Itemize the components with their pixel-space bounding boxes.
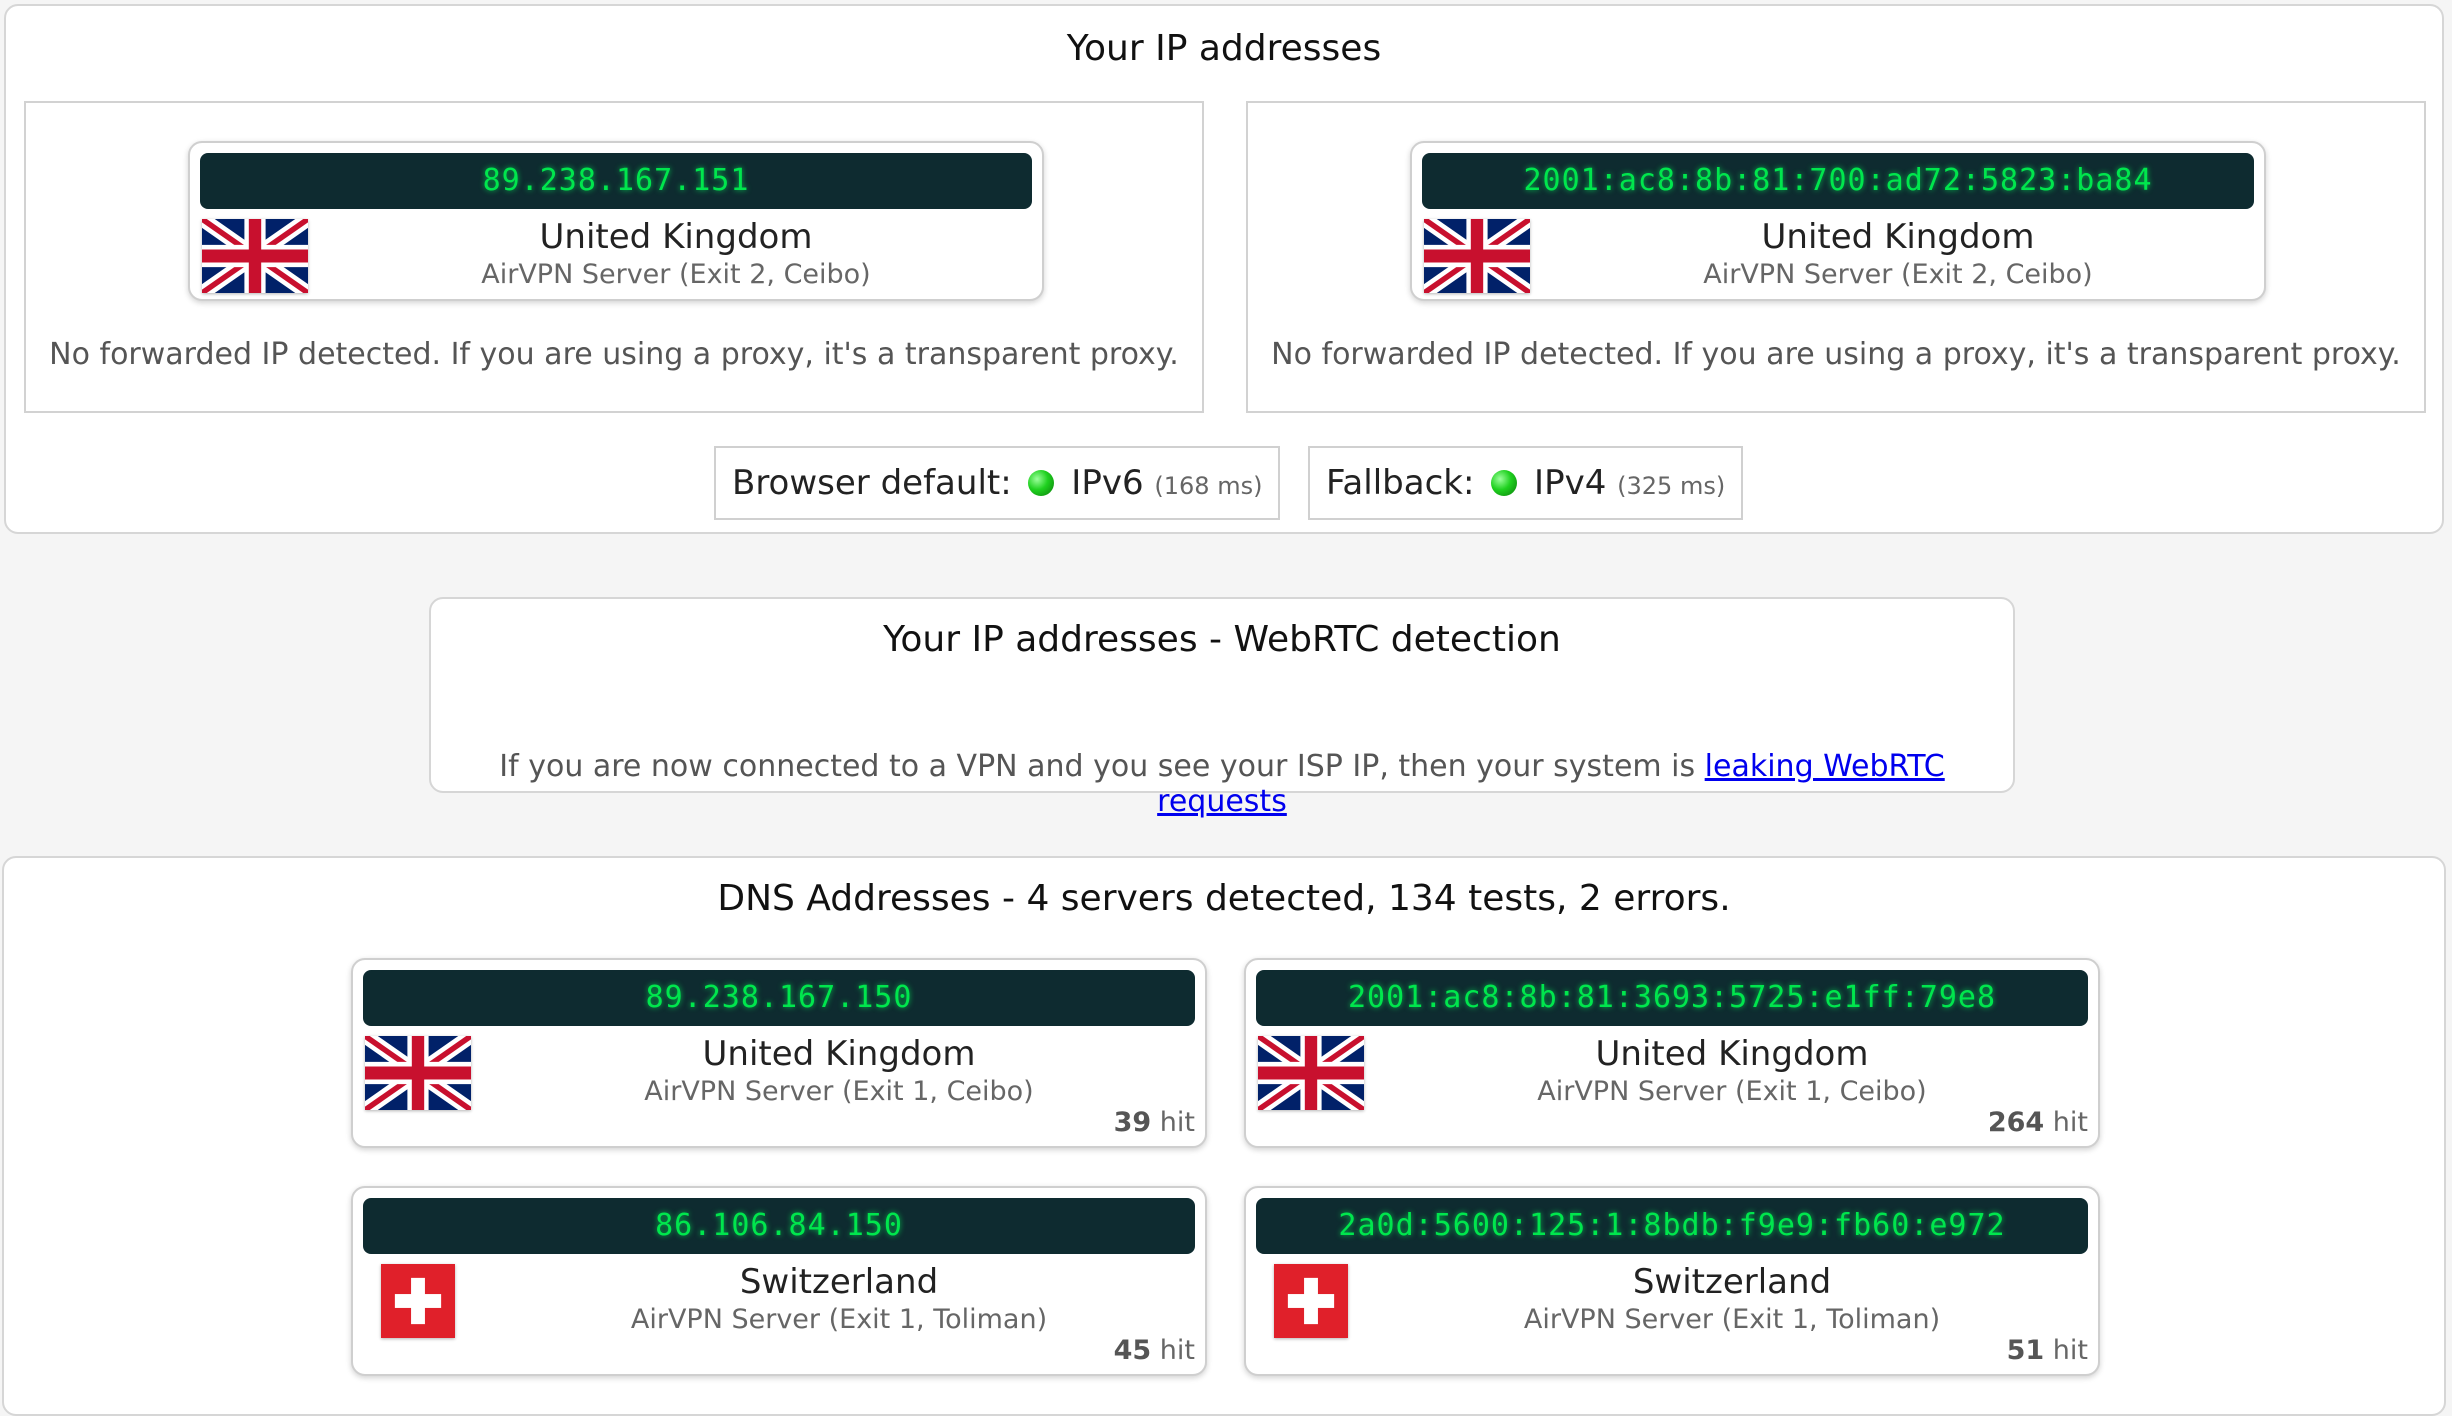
- ipv4-box: 89.238.167.151 United Kingdom AirVPN Ser…: [24, 101, 1204, 413]
- ipv4-forward-note: No forwarded IP detected. If you are usi…: [49, 337, 1179, 372]
- swiss-flag-icon: [1274, 1264, 1348, 1338]
- ip-addresses-title: Your IP addresses: [1066, 28, 1382, 69]
- fallback-protocol: IPv4: [1534, 463, 1607, 503]
- dns-server-ip[interactable]: 2a0d:5600:125:1:8bdb:f9e9:fb60:e972: [1256, 1198, 2088, 1254]
- ipv6-address[interactable]: 2001:ac8:8b:81:700:ad72:5823:ba84: [1422, 153, 2254, 209]
- uk-flag-icon: [365, 1036, 471, 1110]
- uk-flag-icon: [202, 219, 308, 293]
- webrtc-note-text: If you are now connected to a VPN and yo…: [499, 749, 1696, 784]
- dns-server-name: AirVPN Server (Exit 1, Toliman): [1523, 1304, 1941, 1335]
- dns-server-country: Switzerland: [739, 1262, 939, 1302]
- hit-count: 51: [2006, 1335, 2045, 1366]
- webrtc-title: Your IP addresses - WebRTC detection: [883, 619, 1561, 660]
- dns-server-ip[interactable]: 86.106.84.150: [363, 1198, 1195, 1254]
- dns-title: DNS Addresses - 4 servers detected, 134 …: [717, 878, 1731, 919]
- dns-server-name: AirVPN Server (Exit 1, Ceibo): [1537, 1076, 1927, 1107]
- status-green-dot-icon: [1491, 470, 1518, 496]
- hit-count: 264: [1987, 1107, 2045, 1138]
- webrtc-panel: Your IP addresses - WebRTC detection If …: [429, 597, 2015, 819]
- hit-label: hit: [1159, 1107, 1195, 1138]
- ipv4-server: AirVPN Server (Exit 2, Ceibo): [481, 259, 871, 290]
- ipv4-address[interactable]: 89.238.167.151: [200, 153, 1032, 209]
- browser-default-latency: (168 ms): [1154, 472, 1263, 500]
- dns-server-hits: 51 hit: [2007, 1335, 2088, 1366]
- uk-flag-icon: [1424, 219, 1530, 293]
- dns-server-country: United Kingdom: [702, 1034, 976, 1074]
- dns-server-ip[interactable]: 2001:ac8:8b:81:3693:5725:e1ff:79e8: [1256, 970, 2088, 1026]
- dns-server-ip[interactable]: 89.238.167.150: [363, 970, 1195, 1026]
- uk-flag-icon: [1258, 1036, 1364, 1110]
- browser-default-protocol: IPv6: [1071, 463, 1144, 503]
- hit-count: 45: [1113, 1335, 1152, 1366]
- hit-count: 39: [1113, 1107, 1152, 1138]
- dns-panel: DNS Addresses - 4 servers detected, 134 …: [2, 856, 2446, 1416]
- ipv4-card: 89.238.167.151 United Kingdom AirVPN Ser…: [188, 141, 1044, 301]
- ipv6-card: 2001:ac8:8b:81:700:ad72:5823:ba84 United…: [1410, 141, 2266, 301]
- ipv6-server: AirVPN Server (Exit 2, Ceibo): [1703, 259, 2093, 290]
- fallback-label: Fallback:: [1326, 463, 1475, 503]
- dns-server-hits: 39 hit: [1114, 1107, 1195, 1138]
- dns-server-hits: 45 hit: [1114, 1335, 1195, 1366]
- dns-server-card: 86.106.84.150 Switzerland AirVPN Server …: [351, 1186, 1207, 1376]
- hit-label: hit: [2052, 1107, 2088, 1138]
- browser-default-status: Browser default: IPv6 (168 ms): [714, 446, 1281, 520]
- status-green-dot-icon: [1028, 470, 1055, 496]
- webrtc-note: If you are now connected to a VPN and yo…: [431, 749, 2013, 819]
- dns-server-country: Switzerland: [1632, 1262, 1832, 1302]
- dns-server-country: United Kingdom: [1595, 1034, 1869, 1074]
- dns-server-card: 2a0d:5600:125:1:8bdb:f9e9:fb60:e972 Swit…: [1244, 1186, 2100, 1376]
- dns-server-card: 2001:ac8:8b:81:3693:5725:e1ff:79e8 Unite…: [1244, 958, 2100, 1148]
- fallback-status: Fallback: IPv4 (325 ms): [1308, 446, 1744, 520]
- dns-server-card: 89.238.167.150 United Kingdom AirVPN Ser…: [351, 958, 1207, 1148]
- hit-label: hit: [1159, 1335, 1195, 1366]
- browser-default-label: Browser default:: [732, 463, 1012, 503]
- dns-server-name: AirVPN Server (Exit 1, Ceibo): [644, 1076, 1034, 1107]
- dns-server-name: AirVPN Server (Exit 1, Toliman): [630, 1304, 1048, 1335]
- ipv6-forward-note: No forwarded IP detected. If you are usi…: [1271, 337, 2401, 372]
- ipv4-country: United Kingdom: [539, 217, 813, 257]
- ipv6-country: United Kingdom: [1761, 217, 2035, 257]
- dns-server-hits: 264 hit: [1988, 1107, 2088, 1138]
- ipv6-box: 2001:ac8:8b:81:700:ad72:5823:ba84 United…: [1246, 101, 2426, 413]
- hit-label: hit: [2052, 1335, 2088, 1366]
- fallback-latency: (325 ms): [1617, 472, 1726, 500]
- ip-addresses-panel: Your IP addresses 89.238.167.151 United …: [4, 4, 2444, 534]
- swiss-flag-icon: [381, 1264, 455, 1338]
